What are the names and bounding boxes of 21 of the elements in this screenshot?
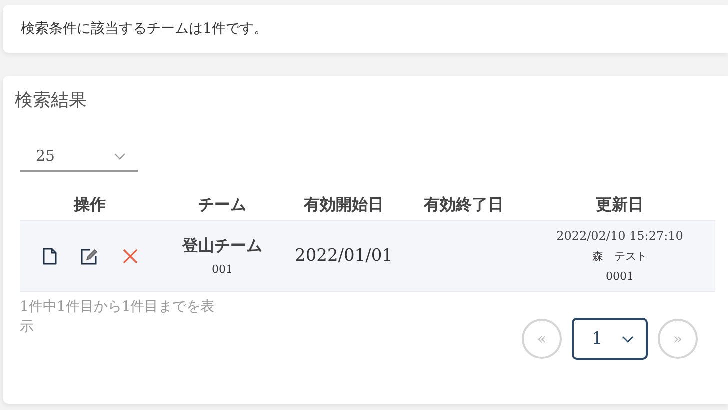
delete-icon[interactable]	[122, 248, 138, 264]
edit-icon[interactable]	[80, 248, 98, 264]
chevron-down-icon	[622, 336, 634, 342]
page-size-select[interactable]: 25	[20, 142, 138, 172]
team-code: 001	[212, 263, 233, 276]
result-summary: 1件中1件目から1件目までを表示	[20, 298, 216, 337]
column-header: 有効終了日	[422, 194, 505, 216]
updated-by: 森 テスト	[592, 249, 648, 264]
page-select[interactable]: 1	[572, 318, 648, 360]
column-header: チーム	[198, 194, 248, 216]
updated-date: 2022/02/10 15:27:10	[556, 229, 684, 243]
chevron-down-icon	[114, 152, 126, 160]
column-header: 更新日	[595, 194, 645, 216]
result-message: 検索条件に該当するチームは1件です。	[21, 20, 268, 38]
updated-by-code: 0001	[606, 270, 634, 283]
team-name: 登山チーム	[182, 236, 262, 257]
column-header: 操作	[72, 194, 107, 216]
column-header: 有効開始日	[302, 194, 385, 216]
section-title: 検索結果	[15, 89, 88, 112]
document-icon[interactable]	[42, 248, 56, 264]
start-date: 2022/01/01	[295, 246, 393, 266]
